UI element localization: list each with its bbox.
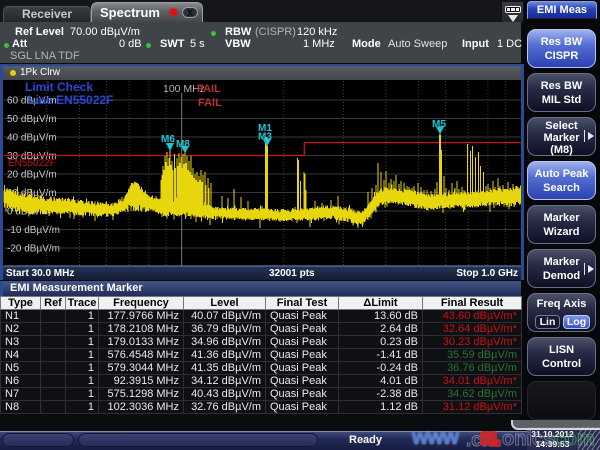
svg-text:50 dBµV/m: 50 dBµV/m [7,114,57,125]
svg-text:M6: M6 [161,134,175,145]
svg-text:Line EN55022F: Line EN55022F [28,93,113,107]
svg-text:-20 dBµV/m: -20 dBµV/m [7,244,60,255]
svg-text:FAIL: FAIL [198,97,222,109]
svg-text:-10 dBµV/m: -10 dBµV/m [7,225,60,236]
svg-text:M5: M5 [432,119,446,130]
svg-text:EN55022F: EN55022F [8,158,56,169]
svg-text:20 dBµV/m: 20 dBµV/m [7,170,57,181]
svg-text:M8: M8 [176,139,190,150]
svg-text:FAIL: FAIL [197,83,221,95]
svg-text:Limit Check: Limit Check [25,80,93,94]
svg-text:40 dBµV/m: 40 dBµV/m [7,133,57,144]
svg-text:M3: M3 [258,132,272,143]
